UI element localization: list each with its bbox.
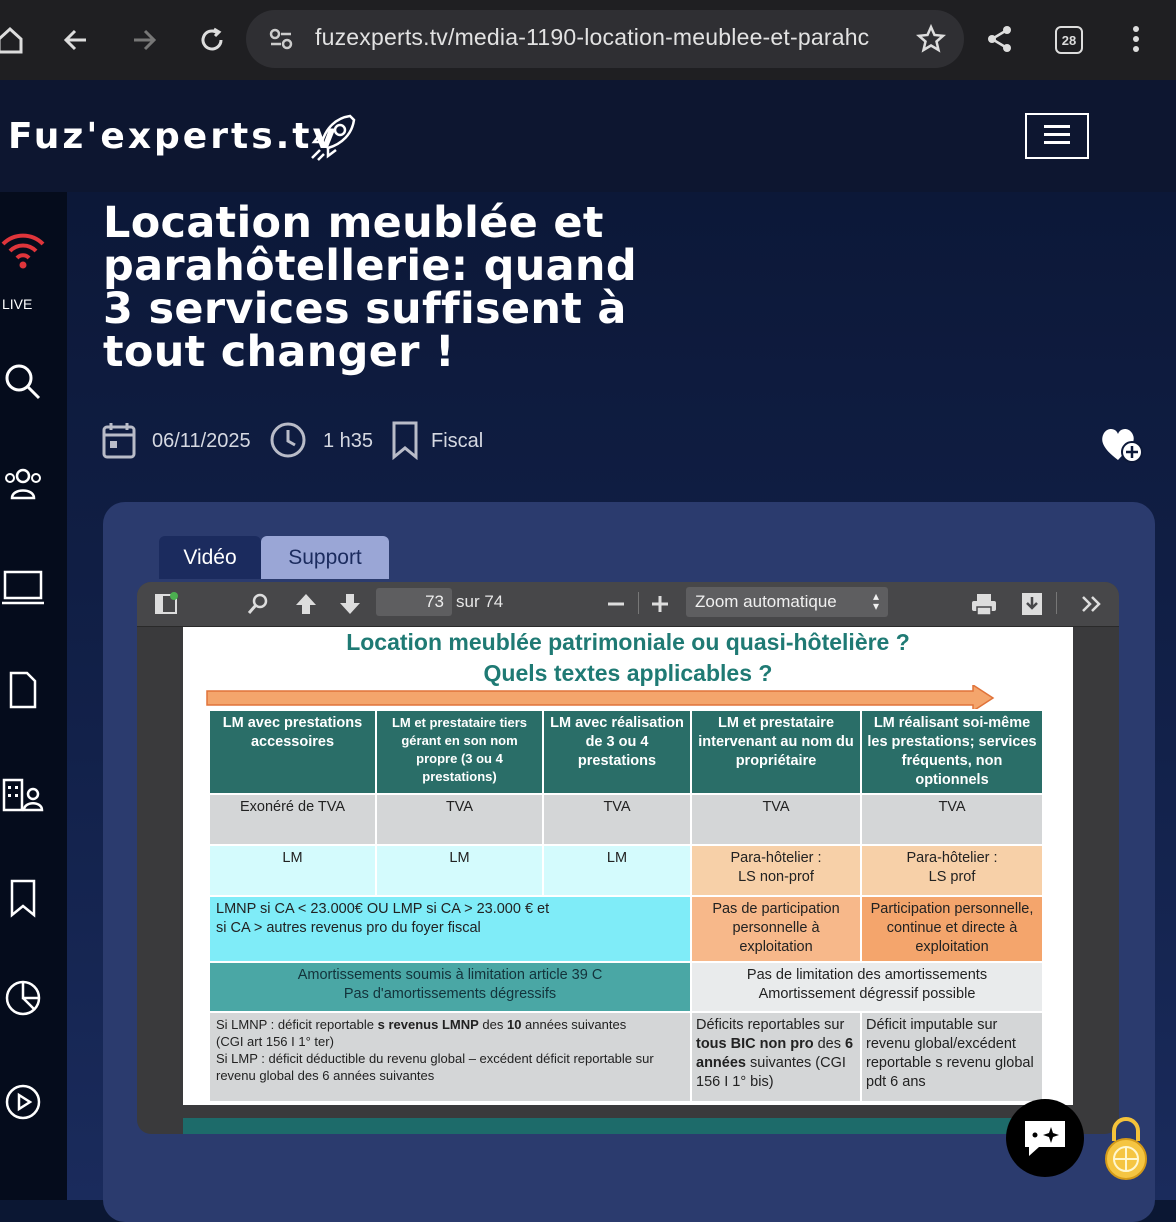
- table-cell: Déficit imputable sur revenu global/excé…: [860, 1011, 1044, 1103]
- next-page-strip: [183, 1118, 1073, 1134]
- table-row-deficit: Si LMNP : déficit reportable s revenus L…: [208, 1011, 1044, 1103]
- page-title: Location meublée et parahôtellerie: quan…: [103, 198, 637, 377]
- header-cell: LM et prestataire intervenant au nom du …: [690, 709, 862, 795]
- header-cell: LM et prestataire tiers gérant en son no…: [375, 709, 544, 795]
- chat-button[interactable]: [1006, 1099, 1084, 1177]
- chat-sparkle-icon: [1025, 1121, 1065, 1156]
- home-icon[interactable]: [0, 18, 32, 62]
- search-icon[interactable]: [0, 360, 46, 404]
- text-run: des: [813, 1036, 846, 1052]
- table-cell: Pas de participation personnelle à explo…: [690, 895, 862, 963]
- tab-count-button[interactable]: 28: [1055, 26, 1083, 54]
- pie-chart-icon[interactable]: [0, 976, 46, 1020]
- text-run-bold: 10: [506, 1017, 522, 1032]
- clock-icon: [268, 420, 308, 465]
- toolbar-divider: [638, 592, 639, 614]
- lock-icon[interactable]: [1102, 1115, 1150, 1180]
- toolbar-divider: [1056, 592, 1057, 614]
- table-cell: Déficits reportables sur tous BIC non pr…: [690, 1011, 862, 1103]
- page-total: sur 74: [456, 592, 504, 611]
- text-run-bold: s revenus LMNP: [377, 1017, 479, 1032]
- table-cell: Para-hôtelier : LS prof: [860, 844, 1044, 897]
- table-cell: Pas de limitation des amortissements Amo…: [690, 961, 1044, 1013]
- document-icon[interactable]: [0, 668, 46, 712]
- comparison-table: LM avec prestations accessoires LM et pr…: [208, 709, 1044, 1103]
- table-row-tva: Exonéré de TVA TVA TVA TVA TVA: [208, 793, 1044, 846]
- play-circle-icon[interactable]: [0, 1080, 46, 1124]
- table-row-amort: Amortissements soumis à limitation artic…: [208, 961, 1044, 1013]
- header-cell: LM réalisant soi-même les prestations; s…: [860, 709, 1044, 795]
- text-run: années suivantes: [521, 1017, 627, 1032]
- text-run: des: [478, 1017, 507, 1032]
- site-settings-icon[interactable]: [268, 26, 294, 57]
- table-cell: Participation personnelle, continue et d…: [860, 895, 1044, 963]
- rocket-icon: [306, 108, 362, 169]
- live-label[interactable]: LIVE: [2, 296, 32, 312]
- deficit-lmp-line: Si LMP : déficit déductible du revenu gl…: [216, 1051, 654, 1083]
- tag-bookmark-icon: [390, 420, 420, 465]
- calendar-icon: [101, 420, 137, 465]
- building-people-icon[interactable]: [0, 772, 46, 816]
- monitor-icon[interactable]: [0, 566, 46, 610]
- more-menu-icon[interactable]: [1125, 24, 1147, 59]
- add-favorite-heart-icon[interactable]: [1098, 424, 1146, 471]
- url-text[interactable]: fuzexperts.tv/media-1190-location-meuble…: [315, 24, 890, 51]
- text-run-bold: tous BIC non pro: [696, 1036, 814, 1052]
- tools-chevron-icon[interactable]: [1078, 590, 1106, 618]
- table-header-row: LM avec prestations accessoires LM et pr…: [208, 709, 1044, 795]
- next-page-icon[interactable]: [336, 590, 364, 618]
- table-cell: TVA: [690, 793, 862, 846]
- zoom-out-icon[interactable]: [602, 590, 630, 618]
- hamburger-menu-button[interactable]: [1025, 113, 1089, 159]
- share-icon[interactable]: [985, 24, 1015, 59]
- table-cell: TVA: [860, 793, 1044, 846]
- live-wifi-icon[interactable]: [0, 228, 46, 272]
- table-row-lm: LM LM LM Para-hôtelier : LS non-prof Par…: [208, 844, 1044, 897]
- table-cell: LM: [208, 844, 377, 897]
- table-cell: Exonéré de TVA: [208, 793, 377, 846]
- bookmark-star-icon[interactable]: [915, 23, 947, 59]
- table-cell: Amortissements soumis à limitation artic…: [208, 961, 692, 1013]
- back-arrow-icon[interactable]: [54, 18, 98, 62]
- publish-date: 06/11/2025: [152, 430, 251, 452]
- site-logo[interactable]: Fuz'experts.tv: [8, 116, 339, 157]
- table-cell: LM: [375, 844, 544, 897]
- page-number-input[interactable]: 73: [376, 588, 452, 616]
- community-icon[interactable]: [0, 462, 46, 506]
- category[interactable]: Fiscal: [431, 430, 483, 453]
- tab-support[interactable]: Support: [261, 536, 389, 579]
- previous-page-icon[interactable]: [292, 590, 320, 618]
- sidebar-toggle-icon[interactable]: [152, 590, 180, 618]
- tab-video[interactable]: Vidéo: [159, 536, 261, 579]
- select-arrows-icon: ▴ ▾: [872, 589, 879, 613]
- forward-arrow-icon[interactable]: [122, 18, 166, 62]
- table-cell: TVA: [542, 793, 692, 846]
- header-cell: LM avec réalisation de 3 ou 4 prestation…: [542, 709, 692, 795]
- pdf-page: Location meublée patrimoniale ou quasi-h…: [183, 627, 1073, 1105]
- table-cell: Para-hôtelier : LS non-prof: [690, 844, 862, 897]
- zoom-in-icon[interactable]: [646, 590, 674, 618]
- bookmark-icon[interactable]: [0, 876, 46, 920]
- table-cell: TVA: [375, 793, 544, 846]
- table-cell: LMNP si CA < 23.000€ OU LMP si CA > 23.0…: [208, 895, 692, 963]
- text-run: Déficits reportables sur: [696, 1017, 845, 1033]
- duration: 1 h35: [323, 430, 374, 452]
- deficit-lmnp-line: Si LMNP : déficit reportable s revenus L…: [216, 1016, 686, 1033]
- find-icon[interactable]: [244, 590, 272, 618]
- reload-icon[interactable]: [190, 18, 234, 62]
- table-cell: Si LMNP : déficit reportable s revenus L…: [208, 1011, 692, 1103]
- table-cell: LM: [542, 844, 692, 897]
- print-icon[interactable]: [970, 590, 998, 618]
- table-row-lmnp: LMNP si CA < 23.000€ OU LMP si CA > 23.0…: [208, 895, 1044, 963]
- zoom-select-label: Zoom automatique: [695, 592, 837, 611]
- slide-title-line1: Location meublée patrimoniale ou quasi-h…: [346, 629, 910, 655]
- header-cell: LM avec prestations accessoires: [208, 709, 377, 795]
- text-run: Si LMNP : déficit reportable: [216, 1017, 378, 1032]
- zoom-select[interactable]: Zoom automatique ▴ ▾: [686, 587, 888, 617]
- download-icon[interactable]: [1018, 590, 1046, 618]
- deficit-cgi-line: (CGI art 156 I 1° ter): [216, 1034, 334, 1049]
